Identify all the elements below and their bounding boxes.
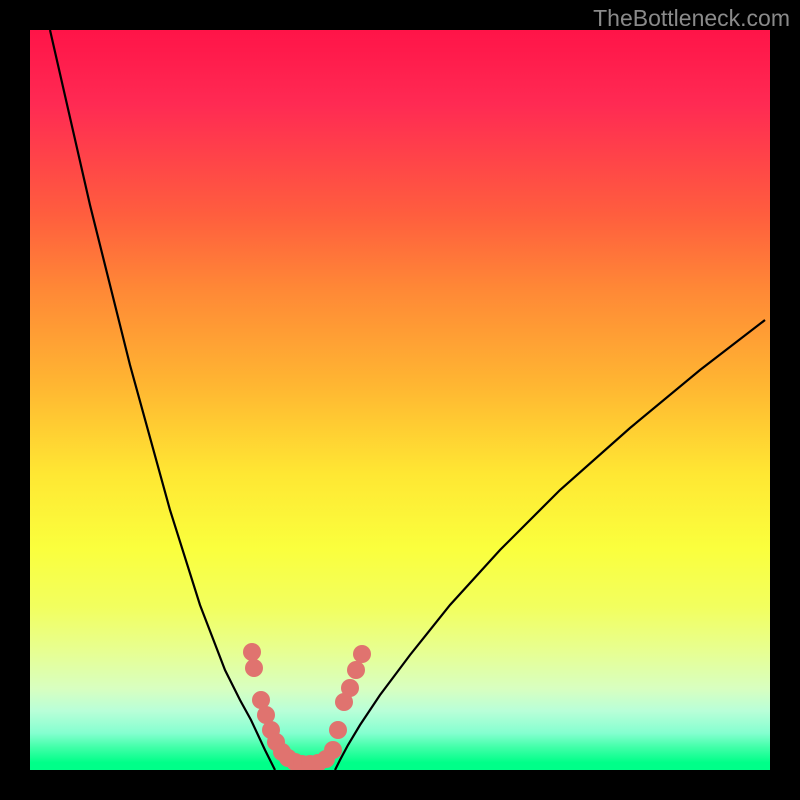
chart-svg [30,30,770,770]
data-marker [341,679,359,697]
data-marker [243,643,261,661]
left-curve [50,30,275,770]
watermark-text: TheBottleneck.com [593,5,790,32]
data-marker [353,645,371,663]
curve-lines [50,30,765,770]
plot-area [30,30,770,770]
data-marker [329,721,347,739]
data-marker [245,659,263,677]
data-marker [347,661,365,679]
marker-dots [243,643,371,770]
data-marker [324,741,342,759]
right-curve [335,320,765,770]
